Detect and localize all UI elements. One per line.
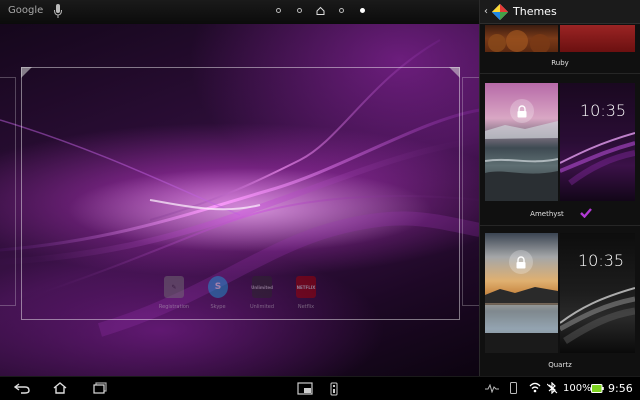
page-home[interactable]: [316, 6, 325, 15]
quartz-theme-lockscreen-preview[interactable]: [485, 233, 558, 353]
remove-page-icon[interactable]: [449, 67, 460, 78]
theme-divider: [480, 225, 640, 226]
lock-icon: [510, 99, 534, 123]
unlimited-icon: Unlimited: [251, 276, 273, 298]
system-navigation-bar: 100% 9:56: [0, 376, 640, 400]
theme-name-amethyst[interactable]: Amethyst: [472, 210, 622, 218]
ruby-theme-lockscreen-preview[interactable]: [485, 25, 558, 52]
dock-app-label: Unlimited: [249, 304, 275, 310]
amethyst-theme-homescreen-preview[interactable]: 10:35: [560, 83, 635, 201]
dock-app-skype[interactable]: S Skype: [199, 276, 237, 310]
activity-icon: [485, 384, 499, 393]
page-indicator: [274, 6, 367, 15]
quartz-theme-homescreen-preview[interactable]: 10:35: [560, 233, 635, 353]
panel-title: Themes: [513, 5, 557, 18]
dock-app-registration[interactable]: ✎ Registration: [155, 276, 193, 310]
dock-app-label: Registration: [158, 304, 190, 310]
ruby-theme-homescreen-preview[interactable]: [560, 25, 635, 52]
page-dot[interactable]: [337, 6, 346, 15]
netflix-icon: NETFLIX: [296, 276, 316, 298]
page-dot[interactable]: [274, 6, 283, 15]
theme-clock: 10:35: [580, 101, 627, 120]
clock-time: 9:56: [608, 382, 633, 395]
battery-percent: 100%: [563, 383, 592, 394]
home-icon[interactable]: [53, 382, 67, 394]
home-page-icon: [316, 6, 325, 15]
app-dock: ✎ Registration S Skype Unlimited Unlimit…: [155, 276, 325, 310]
theme-clock: 10:35: [578, 251, 625, 270]
theme-divider: [480, 73, 640, 74]
themes-header[interactable]: ‹ Themes: [480, 0, 640, 24]
dock-app-label: Netflix: [297, 304, 315, 310]
remote-control-icon[interactable]: [330, 382, 338, 396]
back-icon[interactable]: [14, 382, 30, 394]
home-page-corner-icon[interactable]: [21, 67, 32, 78]
google-search-label[interactable]: Google: [8, 5, 43, 16]
skype-icon: S: [208, 276, 228, 298]
dock-app-netflix[interactable]: NETFLIX Netflix: [287, 276, 325, 310]
registration-icon: ✎: [164, 276, 184, 298]
theme-name-ruby[interactable]: Ruby: [485, 59, 635, 67]
phone-icon: [510, 382, 517, 394]
dock-app-unlimited[interactable]: Unlimited Unlimited: [243, 276, 281, 310]
microphone-icon[interactable]: [54, 4, 62, 19]
bluetooth-off-icon: [547, 382, 558, 394]
amethyst-theme-lockscreen-preview[interactable]: [485, 83, 558, 201]
selected-check-icon: [580, 208, 592, 218]
next-page-preview[interactable]: [462, 77, 480, 306]
battery-icon: [591, 384, 604, 393]
theme-name-quartz[interactable]: Quartz: [485, 361, 635, 369]
dock-app-label: Skype: [210, 304, 226, 310]
lock-icon: [509, 250, 533, 274]
home-top-bar: Google: [0, 0, 480, 24]
page-dot[interactable]: [295, 6, 304, 15]
small-apps-icon[interactable]: [297, 382, 313, 395]
previous-page-preview[interactable]: [0, 77, 16, 306]
page-dot-current[interactable]: [358, 6, 367, 15]
recent-apps-icon[interactable]: [93, 382, 107, 394]
back-chevron-icon[interactable]: ‹: [484, 6, 488, 17]
wifi-icon: [529, 382, 541, 393]
themes-app-icon: [492, 4, 508, 20]
